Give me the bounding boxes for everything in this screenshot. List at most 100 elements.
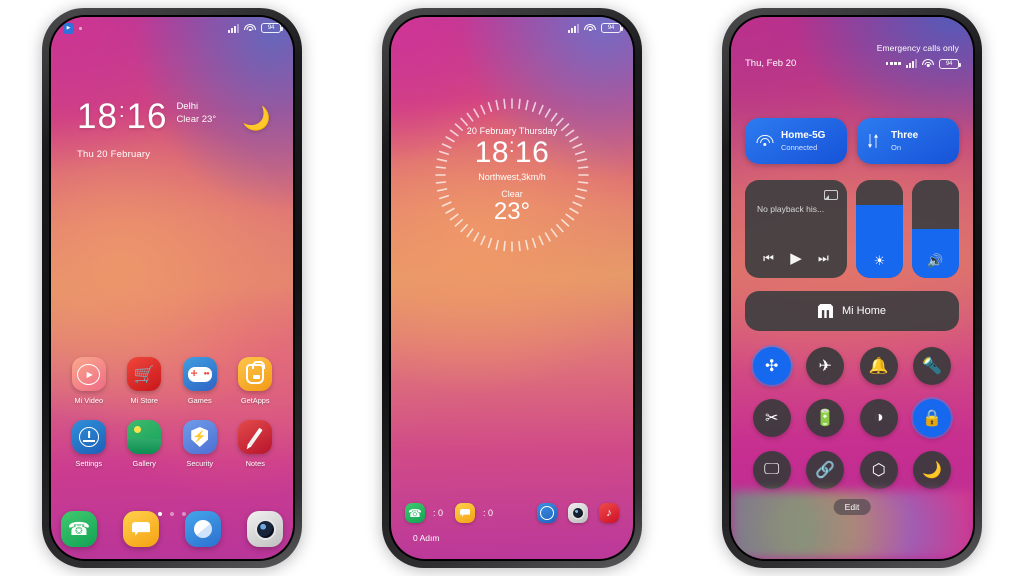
widget-wind: Northwest,3km/h (478, 171, 546, 182)
media-player-card[interactable]: No playback his... ⏮ ▶ ⏭ (745, 180, 847, 278)
status-bar-2: 94 (391, 17, 633, 39)
dock-bar-2: : 0 : 0 (405, 503, 619, 523)
app-label: Games (187, 396, 212, 405)
app-row-2: Settings Gallery ⚡ Security Notes (61, 420, 283, 468)
status-bar-1: 94 (51, 17, 293, 39)
clock-time: 18:16 (77, 99, 167, 134)
data-dots-icon (885, 62, 901, 65)
toggle-airplane-mode[interactable]: ✈ (806, 347, 845, 385)
toggle-screenshot[interactable]: ✂ (752, 399, 791, 437)
music-note-icon[interactable] (599, 503, 619, 523)
phone-1-screen: 94 18:16 Delhi Clear 23° 🌙 Thu 20 Februa… (51, 17, 293, 559)
camera-icon[interactable] (247, 511, 283, 547)
weather-condition: Clear 23° (176, 113, 217, 125)
compass-icon[interactable] (537, 503, 557, 523)
app-row-1: Mi Video 🛒 Mi Store ✛●● Games GetApps (61, 357, 283, 405)
next-track-button[interactable]: ⏭ (818, 251, 829, 266)
shopping-cart-icon: 🛒 (127, 357, 162, 391)
app-label: Settings (75, 459, 103, 468)
app-games[interactable]: ✛ ●● Games (172, 357, 228, 405)
header-date: Thu, Feb 20 (745, 58, 797, 69)
screenshot-stage: 94 18:16 Delhi Clear 23° 🌙 Thu 20 Februa… (0, 0, 1024, 576)
app-label: Security (186, 459, 214, 468)
circular-clock-widget[interactable]: 20 February Thursday 18:16 Northwest,3km… (432, 95, 592, 255)
camera-icon[interactable] (568, 503, 588, 523)
signal-icon (906, 59, 917, 68)
toggle-do-not-disturb[interactable]: 🌙 (913, 451, 952, 489)
toggle-location[interactable]: ⬡ (859, 451, 898, 489)
dock-bar-1 (61, 511, 283, 547)
app-mi-store[interactable]: 🛒 Mi Store (117, 357, 173, 405)
brightness-icon: ☀ (873, 253, 886, 268)
app-grid: Mi Video 🛒 Mi Store ✛●● Games GetApps (61, 357, 283, 483)
phone-icon[interactable] (405, 503, 425, 523)
phone-device-3: Emergency calls only Thu, Feb 20 94 Home… (722, 8, 982, 568)
signal-icon (228, 23, 239, 33)
app-label: Mi Store (130, 396, 159, 405)
toggle-ringtone[interactable]: 🔔 (859, 347, 898, 385)
toggle-bluetooth[interactable]: ✣ (752, 347, 791, 385)
mi-home-button[interactable]: Mi Home (745, 291, 959, 331)
toggle-rotation-lock[interactable]: 🔒 (913, 399, 952, 437)
previous-track-button[interactable]: ⏮ (763, 251, 774, 266)
volume-slider[interactable]: 🔊 (912, 180, 959, 278)
gamepad-icon: ✛ ●● (182, 357, 217, 391)
toggle-flashlight[interactable]: 🔦 (913, 347, 952, 385)
message-icon[interactable] (455, 503, 476, 523)
widget-hours: 18 (474, 136, 510, 170)
browser-icon[interactable] (185, 511, 221, 547)
app-notes[interactable]: Notes (228, 420, 284, 468)
widget-condition: Clear (501, 188, 523, 199)
wifi-icon (584, 23, 596, 33)
clock-hours: 18 (77, 97, 118, 136)
play-button[interactable]: ▶ (790, 249, 802, 267)
gear-icon (71, 420, 106, 454)
data-pill-subtitle: On (891, 142, 902, 152)
app-getapps[interactable]: GetApps (228, 357, 284, 405)
connectivity-pills: Home-5G Connected Three On (745, 118, 959, 164)
mobile-data-icon (868, 134, 883, 148)
battery-icon: 94 (601, 23, 623, 33)
wifi-icon (922, 59, 934, 68)
widget-minutes: 16 (514, 136, 550, 170)
notification-icon (63, 22, 74, 34)
message-icon[interactable] (123, 511, 159, 547)
toggle-battery-saver[interactable]: 🔋 (806, 399, 845, 437)
play-circle-icon (71, 357, 106, 391)
data-pill-title: Three (891, 130, 919, 142)
toggle-sync[interactable]: 🔗 (806, 451, 845, 489)
battery-icon: 94 (261, 23, 283, 33)
app-label: Notes (245, 459, 265, 468)
phone-3-screen: Emergency calls only Thu, Feb 20 94 Home… (731, 17, 973, 559)
toggle-dark-mode[interactable]: ◑ (859, 399, 898, 437)
app-settings[interactable]: Settings (61, 420, 117, 468)
home-clock-widget[interactable]: 18:16 Delhi Clear 23° 🌙 Thu 20 February (77, 99, 275, 160)
weather-city: Delhi (176, 101, 199, 112)
phone-icon[interactable] (61, 511, 97, 547)
toggle-cast[interactable]: 🖵 (752, 451, 791, 489)
media-title: No playback his... (757, 204, 825, 214)
brightness-slider[interactable]: ☀ (856, 180, 903, 278)
unread-messages-count: : 0 (483, 508, 494, 518)
app-label: Mi Video (74, 396, 104, 405)
phone-1-bezel: 94 18:16 Delhi Clear 23° 🌙 Thu 20 Februa… (49, 15, 295, 561)
wifi-pill-subtitle: Connected (781, 142, 818, 152)
app-gallery[interactable]: Gallery (117, 420, 173, 468)
cast-icon[interactable] (824, 188, 838, 200)
clock-date: Thu 20 February (77, 149, 151, 160)
app-mi-video[interactable]: Mi Video (61, 357, 117, 405)
notification-dot-icon (79, 26, 82, 30)
battery-icon: 94 (939, 58, 961, 69)
missed-calls-count: : 0 (433, 508, 444, 518)
app-security[interactable]: ⚡ Security (172, 420, 228, 468)
app-label: GetApps (240, 396, 270, 405)
media-and-sliders: No playback his... ⏮ ▶ ⏭ ☀ 🔊 (745, 180, 959, 278)
app-label: Gallery (132, 459, 156, 468)
widget-temperature: 23° (493, 197, 531, 225)
clock-separator: : (118, 100, 126, 122)
clock-minutes: 16 (126, 97, 168, 136)
step-counter: 0 Adım (413, 533, 440, 543)
wifi-pill[interactable]: Home-5G Connected (745, 118, 847, 164)
edit-button[interactable]: Edit (833, 499, 871, 515)
mobile-data-pill[interactable]: Three On (857, 118, 959, 164)
